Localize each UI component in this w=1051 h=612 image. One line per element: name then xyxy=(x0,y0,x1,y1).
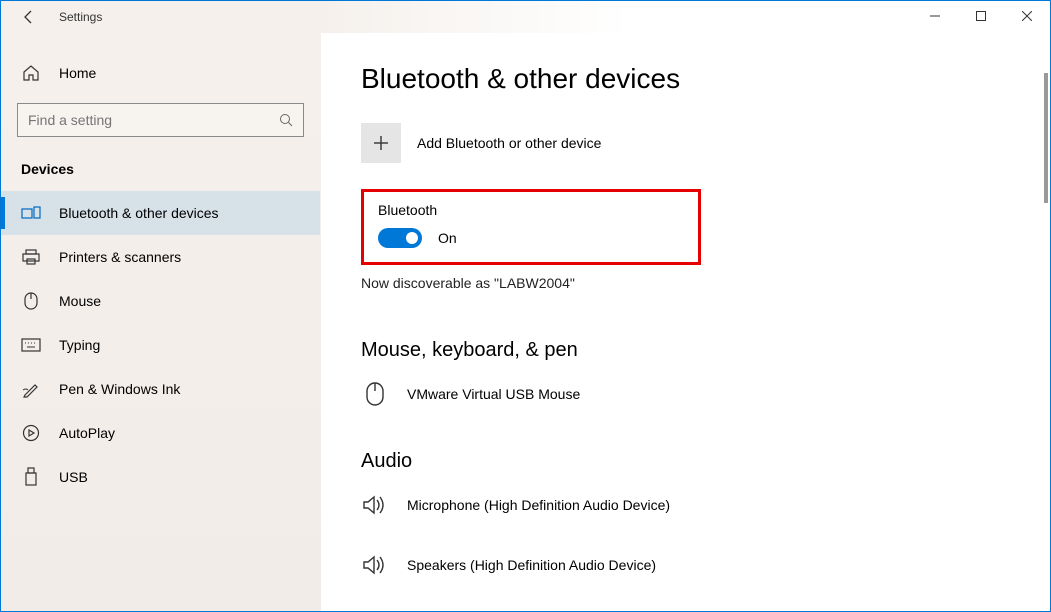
device-row-microphone[interactable]: Microphone (High Definition Audio Device… xyxy=(361,491,1010,519)
speaker-icon xyxy=(361,551,389,579)
sidebar-item-autoplay[interactable]: AutoPlay xyxy=(1,411,320,455)
sidebar-item-label: Typing xyxy=(59,337,100,353)
device-label: Speakers (High Definition Audio Device) xyxy=(407,557,656,573)
speaker-icon xyxy=(361,491,389,519)
discoverable-text: Now discoverable as "LABW2004" xyxy=(361,275,1010,291)
close-button[interactable] xyxy=(1004,1,1050,31)
page-title: Bluetooth & other devices xyxy=(361,63,1010,95)
bluetooth-toggle-state: On xyxy=(438,230,457,246)
device-label: Microphone (High Definition Audio Device… xyxy=(407,497,670,513)
back-button[interactable] xyxy=(19,7,39,27)
audio-section-header: Audio xyxy=(361,450,1010,473)
sidebar-item-label: Pen & Windows Ink xyxy=(59,381,180,397)
add-device-button[interactable]: Add Bluetooth or other device xyxy=(361,123,1010,163)
plus-icon xyxy=(361,123,401,163)
mouse-device-icon xyxy=(361,380,389,408)
sidebar-item-label: Bluetooth & other devices xyxy=(59,205,219,221)
sidebar-item-typing[interactable]: Typing xyxy=(1,323,320,367)
window-controls xyxy=(912,1,1050,31)
home-label: Home xyxy=(59,65,96,81)
arrow-left-icon xyxy=(21,9,37,25)
home-icon xyxy=(21,63,41,83)
main-content: Bluetooth & other devices Add Bluetooth … xyxy=(321,33,1050,611)
main-container: Home Devices Bluetooth & other devices P… xyxy=(1,33,1050,611)
sidebar-item-mouse[interactable]: Mouse xyxy=(1,279,320,323)
sidebar-item-printers[interactable]: Printers & scanners xyxy=(1,235,320,279)
minimize-icon xyxy=(930,11,940,21)
app-title: Settings xyxy=(59,10,102,24)
sidebar-item-label: AutoPlay xyxy=(59,425,115,441)
pen-icon xyxy=(21,379,41,399)
usb-icon xyxy=(21,467,41,487)
devices-icon xyxy=(21,203,41,223)
sidebar-item-label: USB xyxy=(59,469,88,485)
device-row-mouse[interactable]: VMware Virtual USB Mouse xyxy=(361,380,1010,408)
scrollbar[interactable] xyxy=(1044,73,1048,203)
close-icon xyxy=(1022,11,1032,21)
sidebar-item-label: Mouse xyxy=(59,293,101,309)
sidebar-item-pen[interactable]: Pen & Windows Ink xyxy=(1,367,320,411)
sidebar-item-bluetooth[interactable]: Bluetooth & other devices xyxy=(1,191,320,235)
maximize-button[interactable] xyxy=(958,1,1004,31)
mouse-icon xyxy=(21,291,41,311)
minimize-button[interactable] xyxy=(912,1,958,31)
sidebar: Home Devices Bluetooth & other devices P… xyxy=(1,33,321,611)
device-row-speakers[interactable]: Speakers (High Definition Audio Device) xyxy=(361,551,1010,579)
home-nav[interactable]: Home xyxy=(1,53,320,93)
keyboard-icon xyxy=(21,335,41,355)
bluetooth-highlight: Bluetooth On xyxy=(361,189,701,265)
maximize-icon xyxy=(976,11,986,21)
search-input[interactable] xyxy=(28,112,279,128)
add-device-label: Add Bluetooth or other device xyxy=(417,135,601,151)
bluetooth-label: Bluetooth xyxy=(378,202,684,218)
sidebar-item-label: Printers & scanners xyxy=(59,249,181,265)
sidebar-item-usb[interactable]: USB xyxy=(1,455,320,499)
sidebar-section-header: Devices xyxy=(1,155,320,191)
titlebar: Settings xyxy=(1,1,1050,33)
bluetooth-toggle[interactable] xyxy=(378,228,422,248)
device-label: VMware Virtual USB Mouse xyxy=(407,386,580,402)
search-box[interactable] xyxy=(17,103,304,137)
printer-icon xyxy=(21,247,41,267)
search-icon xyxy=(279,113,293,127)
mouse-section-header: Mouse, keyboard, & pen xyxy=(361,339,1010,362)
bluetooth-toggle-row: On xyxy=(378,228,684,248)
autoplay-icon xyxy=(21,423,41,443)
